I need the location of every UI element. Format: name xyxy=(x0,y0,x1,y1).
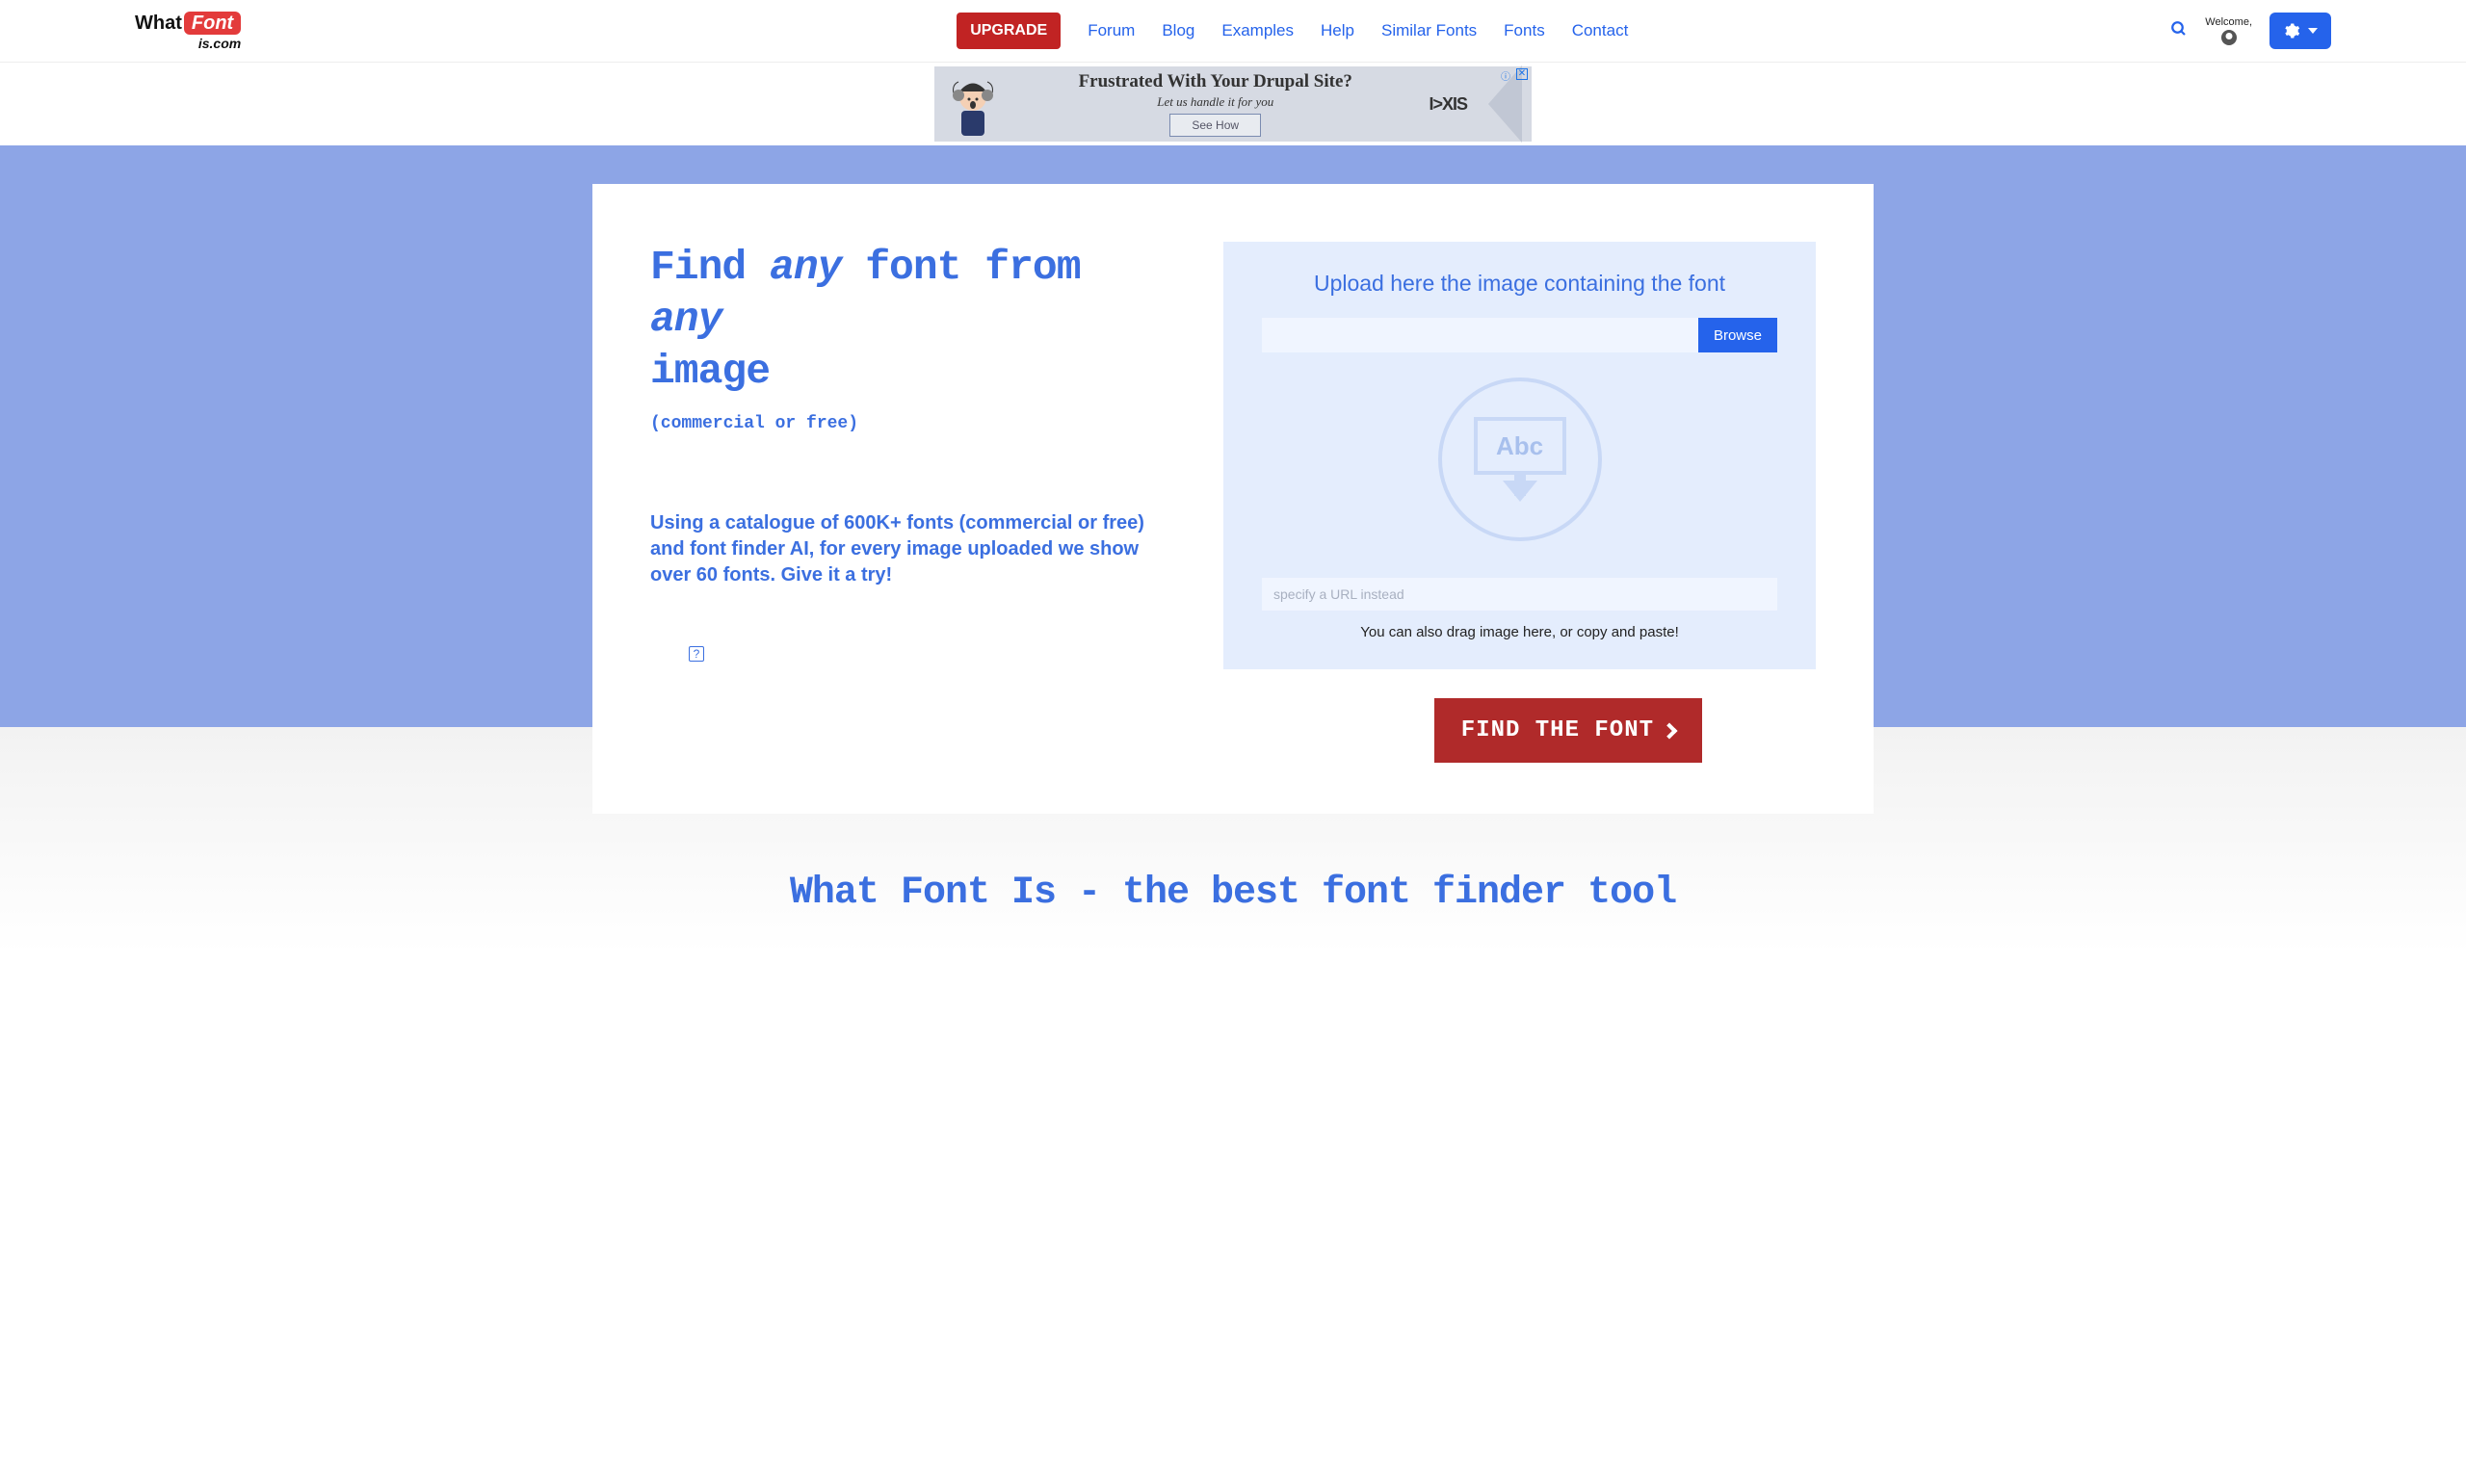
hero-title-part3: image xyxy=(650,348,770,395)
logo-font: Font xyxy=(184,12,241,35)
url-input[interactable] xyxy=(1262,578,1777,611)
hero-description: Using a catalogue of 600K+ fonts (commer… xyxy=(650,510,1166,588)
welcome-text: Welcome, xyxy=(2205,16,2252,28)
hero-title-part1: Find xyxy=(650,244,770,291)
ad-close-icon[interactable]: ✕ xyxy=(1516,68,1528,80)
find-font-label: FIND THE FONT xyxy=(1461,717,1654,743)
ad-subheadline: Let us handle it for you xyxy=(1015,94,1415,110)
hero-title: Find any font from any image xyxy=(650,242,1166,397)
nav-forum[interactable]: Forum xyxy=(1088,21,1135,40)
search-icon[interactable] xyxy=(2170,20,2188,42)
hero-title-any2: any xyxy=(650,296,721,343)
hero-title-part2: font from xyxy=(841,244,1080,291)
gear-icon xyxy=(2283,22,2300,39)
nav-blog[interactable]: Blog xyxy=(1162,21,1194,40)
file-row: Browse xyxy=(1262,318,1777,352)
ad-illustration xyxy=(944,70,1002,138)
drag-hint: You can also drag image here, or copy an… xyxy=(1262,624,1777,640)
tagline: What Font Is - the best font finder tool xyxy=(0,872,2466,915)
hero-card: Find any font from any image (commercial… xyxy=(592,184,1874,727)
settings-button[interactable] xyxy=(2269,13,2331,49)
ad-cta-button[interactable]: See How xyxy=(1169,114,1261,137)
hero-title-any1: any xyxy=(770,244,841,291)
nav-contact[interactable]: Contact xyxy=(1572,21,1629,40)
hero-subtitle: (commercial or free) xyxy=(650,414,1166,433)
upload-panel: Upload here the image containing the fon… xyxy=(1223,242,1816,669)
header-right: Welcome, xyxy=(2170,13,2331,49)
header: What Font is.com UPGRADE Forum Blog Exam… xyxy=(0,0,2466,63)
upgrade-button[interactable]: UPGRADE xyxy=(957,13,1061,49)
ad-brand: I>XIS xyxy=(1429,94,1467,115)
upload-title: Upload here the image containing the fon… xyxy=(1262,271,1777,297)
site-logo[interactable]: What Font is.com xyxy=(135,12,241,50)
hero-left: Find any font from any image (commercial… xyxy=(650,242,1166,669)
ad-banner[interactable]: ⓘ ✕ Frustrated With Your Drupal Site? Le… xyxy=(934,66,1532,142)
find-font-button[interactable]: FIND THE FONT xyxy=(1434,698,1702,763)
chevron-right-icon xyxy=(1662,722,1678,739)
ad-controls: ⓘ ✕ xyxy=(1501,68,1528,80)
below-hero: FIND THE FONT What Font Is - the best fo… xyxy=(0,727,2466,953)
hero-section: Find any font from any image (commercial… xyxy=(0,145,2466,727)
browse-button[interactable]: Browse xyxy=(1698,318,1777,352)
hero-card-bottom: FIND THE FONT xyxy=(592,727,1874,814)
ad-headline: Frustrated With Your Drupal Site? xyxy=(1015,71,1415,92)
ad-info-icon[interactable]: ⓘ xyxy=(1501,68,1512,80)
file-input[interactable] xyxy=(1262,318,1698,352)
welcome-label[interactable]: Welcome, xyxy=(2205,16,2252,45)
drop-zone[interactable]: Abc xyxy=(1262,378,1777,541)
logo-is: is.com xyxy=(198,37,241,50)
help-icon[interactable]: ? xyxy=(689,646,704,662)
nav-fonts[interactable]: Fonts xyxy=(1504,21,1545,40)
avatar-icon xyxy=(2221,30,2237,45)
nav-similar-fonts[interactable]: Similar Fonts xyxy=(1381,21,1477,40)
nav-examples[interactable]: Examples xyxy=(1221,21,1294,40)
nav-help[interactable]: Help xyxy=(1321,21,1354,40)
ad-text: Frustrated With Your Drupal Site? Let us… xyxy=(1015,71,1415,137)
logo-what: What xyxy=(135,13,182,33)
main-nav: UPGRADE Forum Blog Examples Help Similar… xyxy=(783,13,1628,49)
chevron-down-icon xyxy=(2308,28,2318,34)
abc-icon: Abc xyxy=(1474,417,1566,475)
download-arrow-icon xyxy=(1503,481,1537,502)
drop-circle-icon: Abc xyxy=(1438,378,1602,541)
